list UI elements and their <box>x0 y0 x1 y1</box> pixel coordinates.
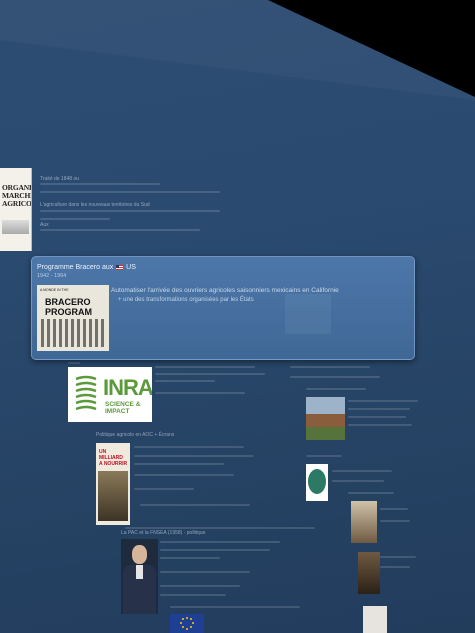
book-illustration <box>2 220 29 234</box>
eu-stars-icon <box>180 617 194 630</box>
section-label: Politique agricole en AOC + Écrans <box>96 432 175 438</box>
poster-illustration <box>41 319 105 347</box>
archive-photo-1[interactable] <box>351 501 377 543</box>
event-dates: 1942 - 1964 <box>37 273 67 279</box>
milliard-cover[interactable]: UN MILLIARD A NOURRIR <box>96 443 130 525</box>
archive-photo-3[interactable] <box>363 606 387 633</box>
portrait-face <box>132 545 147 564</box>
inra-tagline: SCIENCE & IMPACT <box>105 401 141 415</box>
milliard-title: UN MILLIARD A NOURRIR <box>99 449 128 467</box>
poster-heading-1: BRACERO <box>45 297 91 307</box>
event-detail: + une des transformations organisées par… <box>118 297 254 303</box>
event-title: Programme Bracero aux US <box>37 264 136 271</box>
intro-line2: L'agriculture dans les nouveaux territoi… <box>40 202 150 208</box>
bracero-poster[interactable]: A MONDE IN THE BRACERO PROGRAM <box>37 285 109 351</box>
inra-word: INRA <box>103 375 152 400</box>
milliard-photo <box>98 471 128 521</box>
portrait-shirt <box>136 565 143 579</box>
inra-logo[interactable]: INRA SCIENCE & IMPACT <box>68 367 152 422</box>
portrait-section-label: La PAC et la FNSEA (1958) · politique <box>121 530 206 536</box>
poster-caption: A MONDE IN THE <box>40 288 69 292</box>
portrait-photo[interactable] <box>121 539 158 614</box>
event-description: Automatiser l'arrivée des ouvriers agric… <box>111 287 339 294</box>
timeline-canvas[interactable]: Traité de 1848 ou L'agriculture dans les… <box>0 0 475 633</box>
building-photo[interactable] <box>306 397 345 440</box>
intro-line3: Aux <box>40 222 49 228</box>
intro-line1: Traité de 1848 ou <box>40 176 80 182</box>
us-flag-icon <box>116 264 124 270</box>
poster-heading-2: PROGRAM <box>45 307 92 317</box>
archive-photo-2[interactable] <box>358 552 380 594</box>
book-cover[interactable]: ORGANISER MARCHÉS AGRICOLES <box>0 168 32 251</box>
event-image-placeholder <box>285 294 331 334</box>
eu-flag-icon[interactable] <box>170 614 204 633</box>
emblem-icon <box>308 469 326 494</box>
book-title: ORGANISER MARCHÉS AGRICOLES <box>2 183 32 208</box>
timeline-event-card[interactable]: Programme Bracero aux US 1942 - 1964 A M… <box>31 256 415 360</box>
emblem-logo[interactable] <box>306 464 328 501</box>
inra-leaf-icon <box>75 375 97 411</box>
